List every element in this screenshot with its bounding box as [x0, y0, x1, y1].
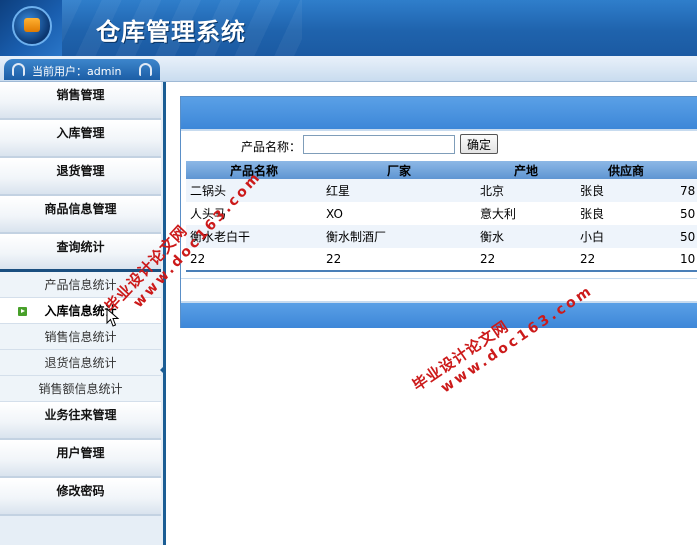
table-cell: 北京 [476, 179, 576, 202]
sidebar-menu-users[interactable]: 用户管理 [0, 440, 161, 478]
arrow-bullet-icon [18, 307, 27, 316]
logo-icon [0, 0, 62, 56]
table-cell: 衡水老白干 [186, 225, 322, 248]
table-cell: 二锅头 [186, 179, 322, 202]
sidebar-menu-returns[interactable]: 退货管理 [0, 158, 161, 196]
table-cell: 50 [676, 202, 697, 225]
sidebar-menu-query-stats[interactable]: 查询统计 [0, 234, 161, 272]
main-panel: 产品名称： 确定 产品名称 厂家 产地 供应商 二锅头 红星 北京 张良 78 … [180, 96, 697, 328]
app-title: 仓库管理系统 [96, 18, 246, 46]
column-header: 产地 [476, 161, 576, 179]
table-row: 二锅头 红星 北京 张良 78 [186, 179, 697, 202]
current-user-text: 当前用户：admin [32, 63, 121, 79]
column-header: 产品名称 [186, 161, 322, 179]
sidebar-item-product-stats[interactable]: 产品信息统计 [0, 272, 161, 298]
sidebar-collapse-arrow-icon[interactable] [160, 365, 165, 375]
user-tab-left-icon [12, 63, 25, 76]
confirm-button[interactable]: 确定 [460, 134, 498, 154]
sidebar-menu-sales[interactable]: 销售管理 [0, 82, 161, 120]
table-cell: 红星 [322, 179, 476, 202]
table-header-row: 产品名称 厂家 产地 供应商 [186, 161, 697, 179]
sidebar: 销售管理 入库管理 退货管理 商品信息管理 查询统计 产品信息统计 入库信息统计… [0, 82, 166, 545]
current-user-name: admin [87, 65, 122, 78]
sidebar-menu-stock-in[interactable]: 入库管理 [0, 120, 161, 158]
table-cell: 衡水 [476, 225, 576, 248]
table-cell: 张良 [576, 202, 676, 225]
table-cell: 意大利 [476, 202, 576, 225]
user-bar: 当前用户：admin [0, 56, 697, 82]
sidebar-menu-business[interactable]: 业务往来管理 [0, 402, 161, 440]
table-cell: 衡水制酒厂 [322, 225, 476, 248]
table-row: 衡水老白干 衡水制酒厂 衡水 小白 50 [186, 225, 697, 248]
column-header [676, 161, 697, 179]
table-cell: 50 [676, 225, 697, 248]
sidebar-submenu: 产品信息统计 入库信息统计 销售信息统计 退货信息统计 销售额信息统计 [0, 272, 161, 402]
current-user-label: 当前用户： [32, 65, 87, 78]
sidebar-menu-change-password[interactable]: 修改密码 [0, 478, 161, 516]
table-cell: XO [322, 202, 476, 225]
panel-footer-bar [181, 301, 697, 328]
sidebar-item-sales-amount-stats[interactable]: 销售额信息统计 [0, 376, 161, 402]
panel-header-bar [181, 97, 697, 131]
column-header: 厂家 [322, 161, 476, 179]
current-user-tab: 当前用户：admin [4, 59, 160, 80]
table-cell: 人头马 [186, 202, 322, 225]
product-name-label: 产品名称： [241, 140, 302, 154]
watermark-text: 毕业设计论文网 [409, 317, 513, 395]
product-name-input[interactable] [303, 135, 455, 154]
table-cell: 小白 [576, 225, 676, 248]
sidebar-item-returns-stats[interactable]: 退货信息统计 [0, 350, 161, 376]
sidebar-item-stock-in-stats[interactable]: 入库信息统计 [0, 298, 161, 324]
user-tab-right-icon [139, 63, 152, 76]
panel-spacer [181, 261, 697, 279]
column-header: 供应商 [576, 161, 676, 179]
table-cell: 张良 [576, 179, 676, 202]
table-cell: 78 [676, 179, 697, 202]
table-row: 人头马 XO 意大利 张良 50 [186, 202, 697, 225]
search-row: 产品名称： 确定 [181, 131, 697, 157]
sidebar-item-sales-stats[interactable]: 销售信息统计 [0, 324, 161, 350]
sidebar-menu-product-info[interactable]: 商品信息管理 [0, 196, 161, 234]
stock-in-table: 产品名称 厂家 产地 供应商 二锅头 红星 北京 张良 78 人头马 XO 意大… [186, 161, 697, 272]
app-header: 仓库管理系统 [0, 0, 697, 56]
